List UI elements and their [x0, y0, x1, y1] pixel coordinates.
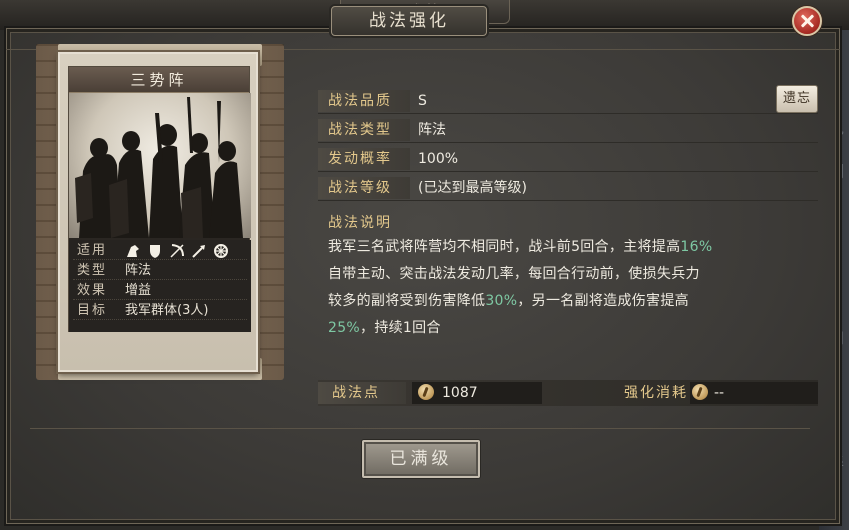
tactic-name: 三势阵 [69, 67, 249, 93]
attr-value: 增益 [125, 283, 152, 298]
tactic-point-coin-icon [418, 384, 434, 400]
attr-row-effect: 效果 增益 [73, 282, 247, 300]
attr-row-type: 类型 阵法 [73, 262, 247, 280]
rate-label: 发动概率 [318, 148, 410, 170]
level-label: 战法等级 [318, 177, 410, 199]
info-row-rate: 发动概率 100% [318, 146, 818, 172]
tactic-illustration [69, 93, 251, 238]
points-label: 战法点 [318, 382, 406, 404]
highlight-value: 30% [485, 293, 518, 309]
description-line: 我军三名武将阵营均不相同时，战斗前5回合，主将提高16% [328, 239, 713, 255]
description-line: 较多的副将受到伤害降低30%，另一名副将造成伤害提高 [328, 293, 689, 309]
points-value: 1087 [442, 385, 478, 401]
rate-value: 100% [418, 151, 459, 167]
description-text: 我军三名武将阵营均不相同时，战斗前5回合，主将提高16% 自带主动、突击战法发动… [328, 234, 816, 342]
level-value: (已达到最高等级) [418, 180, 527, 196]
info-row-quality: 战法品质 S [318, 88, 818, 114]
tactic-point-coin-icon [692, 384, 708, 400]
description-line: 自带主动、突击战法发动几率，每回合行动前，使损失兵力 [328, 266, 700, 282]
attr-key: 目标 [77, 303, 108, 318]
attr-value: 我军群体(3人) [125, 303, 209, 318]
cost-value-box [690, 382, 818, 404]
type-value: 阵法 [418, 122, 446, 138]
soldiers-silhouette-icon [75, 97, 243, 238]
attr-key: 类型 [77, 263, 108, 278]
attr-row-target: 目标 我军群体(3人) [73, 302, 247, 320]
forget-button[interactable]: 遗忘 [776, 85, 818, 113]
upgrade-cost-value: -- [714, 385, 725, 401]
footer-divider [30, 428, 810, 429]
bow-icon [169, 243, 185, 259]
attr-key: 效果 [77, 283, 108, 298]
quality-label: 战法品质 [318, 90, 410, 112]
highlight-value: 25% [328, 320, 361, 336]
info-row-type: 战法类型 阵法 [318, 117, 818, 143]
description-title: 战法说明 [328, 215, 392, 231]
shield-icon [147, 243, 163, 259]
highlight-value: 16% [680, 239, 713, 255]
info-row-level: 战法等级 (已达到最高等级) [318, 175, 818, 201]
tactic-card: 三势阵 适用 类型 阵法 效果 增益 目标 我军群体(3人) [58, 52, 258, 372]
type-label: 战法类型 [318, 119, 410, 141]
troop-type-icons [125, 243, 229, 259]
cavalry-icon [125, 243, 141, 259]
tactic-points-bar: 战法点 1087 强化消耗 -- [318, 380, 818, 406]
spear-icon [191, 243, 207, 259]
quality-value: S [418, 93, 427, 109]
attr-value: 阵法 [125, 263, 152, 278]
description-line: 25%，持续1回合 [328, 320, 441, 336]
close-button[interactable] [792, 6, 822, 36]
tactic-attributes: 适用 类型 阵法 效果 增益 目标 我军群体(3人) [69, 240, 251, 332]
tactic-card-frame: 三势阵 适用 类型 阵法 效果 增益 目标 我军群体(3人) [68, 66, 251, 332]
upgrade-cost-label: 强化消耗 [624, 385, 688, 401]
dialog-title: 战法强化 [331, 6, 487, 36]
max-level-button[interactable]: 已满级 [362, 440, 480, 478]
attr-row-applicable: 适用 [73, 242, 247, 260]
wheel-icon [213, 243, 229, 259]
attr-key: 适用 [77, 243, 108, 258]
